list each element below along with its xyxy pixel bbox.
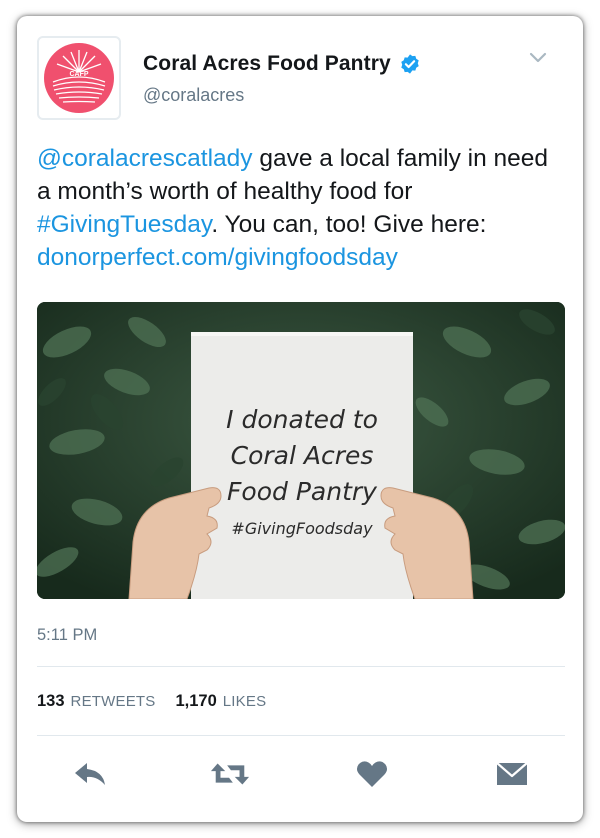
account-handle[interactable]: @coralacres xyxy=(143,85,244,106)
sign-line-4: #GivingFoodsday xyxy=(231,519,373,538)
tweet-actions xyxy=(17,754,583,794)
like-button[interactable] xyxy=(352,754,392,794)
envelope-icon xyxy=(496,762,528,785)
reply-button[interactable] xyxy=(70,754,110,794)
mention-link[interactable]: @coralacrescatlady xyxy=(37,145,253,172)
direct-message-button[interactable] xyxy=(492,754,532,794)
tweet-text: @coralacrescatlady gave a local family i… xyxy=(37,142,567,274)
likes-count: 1,170 xyxy=(175,692,217,710)
reply-icon xyxy=(75,763,105,785)
likes-label: LIKES xyxy=(222,693,267,710)
tweet-header: CAFP Coral Acres Food Pantry @coralacres xyxy=(17,16,583,126)
chevron-down-icon[interactable] xyxy=(529,52,547,64)
retweets-label: RETWEETS xyxy=(70,693,156,710)
sign-line-2: Coral Acres xyxy=(231,441,374,470)
retweet-button[interactable] xyxy=(210,754,250,794)
heart-icon xyxy=(356,761,388,787)
retweets-count: 133 xyxy=(37,692,65,710)
coral-acres-logo-icon: CAFP xyxy=(44,43,114,113)
sign-line-3: Food Pantry xyxy=(227,477,378,506)
url-link[interactable]: donorperfect.com/givingfoodsday xyxy=(37,244,398,271)
tweet-photo[interactable]: I donated to Coral Acres Food Pantry #Gi… xyxy=(37,302,565,599)
retweet-icon xyxy=(210,763,250,785)
tweet-text-part: . You can, too! Give here: xyxy=(211,211,487,238)
tweet-stats: 133 RETWEETS 1,170 LIKES xyxy=(37,692,286,711)
retweets-stat[interactable]: 133 RETWEETS xyxy=(37,692,155,711)
display-name[interactable]: Coral Acres Food Pantry xyxy=(143,52,391,76)
sign-line-1: I donated to xyxy=(226,405,378,434)
likes-stat[interactable]: 1,170 LIKES xyxy=(175,692,266,711)
verified-badge-icon xyxy=(401,54,419,74)
tweet-card: CAFP Coral Acres Food Pantry @coralacres… xyxy=(17,16,583,822)
hashtag-link[interactable]: #GivingTuesday xyxy=(37,211,211,238)
svg-text:CAFP: CAFP xyxy=(69,71,88,78)
name-row: Coral Acres Food Pantry xyxy=(143,52,421,76)
photo-sign-image: I donated to Coral Acres Food Pantry #Gi… xyxy=(37,302,565,599)
divider xyxy=(37,666,565,667)
divider xyxy=(37,735,565,736)
tweet-timestamp[interactable]: 5:11 PM xyxy=(37,626,97,645)
avatar[interactable]: CAFP xyxy=(37,36,121,120)
